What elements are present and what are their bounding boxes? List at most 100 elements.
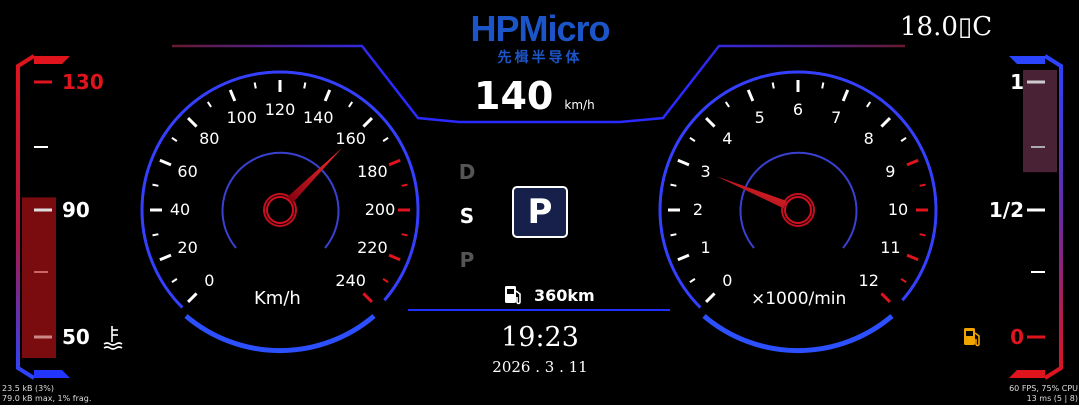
- speedometer-tick-label: 0: [204, 270, 215, 290]
- speedometer-tick-label: 80: [199, 129, 220, 149]
- fuel-label-full: 1: [1010, 70, 1024, 94]
- speedometer-tick: [362, 117, 373, 128]
- clock-date: 2026 . 3 . 11: [492, 358, 588, 376]
- speedometer-minor-tick: [171, 278, 178, 284]
- tachometer-minor-tick: [900, 136, 907, 142]
- perf-stats: 60 FPS, 75% CPU 13 ms (5 | 8): [1009, 384, 1078, 404]
- tachometer-tick: [746, 89, 755, 102]
- speedometer-unit: Km/h: [254, 288, 301, 309]
- dashboard: HPMicro 先楫半导体 18.0▯C 140 km/h 0 20 40 60 80 1…: [0, 0, 1079, 405]
- speedometer-minor-tick: [303, 82, 307, 89]
- tachometer-tick-label: 4: [722, 129, 733, 149]
- tachometer-tick-label: 3: [700, 161, 711, 181]
- fuel-icon: [964, 328, 980, 347]
- speedometer-tick-label: 40: [169, 200, 191, 219]
- range-value: 360km: [534, 286, 595, 305]
- speedometer-tick-label: 220: [357, 238, 388, 258]
- coolant-level-fill: [22, 197, 56, 358]
- range-fuel-icon: [505, 286, 521, 305]
- speedometer-minor-tick: [348, 101, 354, 108]
- speedometer-tick-label: 200: [364, 200, 396, 219]
- speedometer-minor-tick: [206, 101, 212, 108]
- speedometer-tick-label: 240: [335, 270, 366, 290]
- speedometer-tick-label: 60: [177, 161, 198, 181]
- clock-time: 19:23: [501, 322, 579, 353]
- tachometer-tick-label: 9: [885, 161, 896, 181]
- gear-s: S: [459, 204, 475, 228]
- speedometer-minor-tick: [152, 183, 159, 187]
- perf-stats-line2: 13 ms (5 | 8): [1026, 394, 1078, 403]
- brand-logo: HPMicro 先楫半导体: [440, 8, 640, 66]
- speedometer-tick: [323, 89, 332, 102]
- speedometer-tick-label: 140: [302, 107, 334, 127]
- gear-d: D: [458, 160, 476, 184]
- tachometer-tick: [705, 117, 716, 128]
- active-gear: P: [527, 192, 553, 232]
- temperature-unit: C: [972, 12, 993, 42]
- tachometer-tick-label: 0: [722, 270, 733, 290]
- speedometer-tick-label: 180: [357, 161, 388, 181]
- tachometer-tick: [880, 117, 891, 128]
- speedometer-tick-label: 20: [177, 238, 198, 258]
- tachometer-minor-tick: [821, 82, 825, 89]
- temperature-degree-glyph: ▯: [957, 12, 973, 42]
- tachometer-minor-tick: [724, 101, 730, 108]
- speedometer-minor-tick: [401, 233, 408, 237]
- tachometer-minor-tick: [689, 136, 696, 142]
- tachometer-minor-tick: [919, 183, 926, 187]
- speedometer-minor-tick: [171, 136, 178, 142]
- speedometer: [140, 70, 420, 354]
- speedometer-minor-tick: [253, 82, 257, 89]
- speedometer-tick: [362, 292, 373, 303]
- speedometer-tick: [187, 292, 198, 303]
- speedometer-tick-label: 160: [335, 129, 366, 149]
- speedometer-minor-tick: [382, 136, 389, 142]
- gear-list: D S P: [457, 150, 477, 282]
- tachometer-minor-tick: [670, 233, 677, 237]
- tachometer-tick: [705, 292, 716, 303]
- speedometer-minor-tick: [382, 278, 389, 284]
- perf-stats-line1: 60 FPS, 75% CPU: [1009, 384, 1078, 393]
- speedometer-minor-tick: [152, 233, 159, 237]
- memory-stats-line1: 23.5 kB (3%): [2, 384, 54, 393]
- memory-stats-line2: 79.0 kB max, 1% frag.: [2, 394, 92, 403]
- brand-logo-text: HPMicro: [470, 8, 610, 49]
- speedometer-tick: [228, 89, 237, 102]
- fuel-label-empty: 0: [1010, 325, 1024, 349]
- speed-value: 140: [474, 74, 554, 118]
- tachometer-tick: [841, 89, 850, 102]
- digital-speed: 140 km/h: [474, 74, 595, 118]
- tachometer-needle: [716, 176, 787, 209]
- speedometer-needle: [287, 147, 343, 203]
- coolant-label-low: 50: [62, 325, 90, 349]
- tachometer-minor-tick: [689, 278, 696, 284]
- tachometer-minor-tick: [771, 82, 775, 89]
- coolant-label-high: 130: [62, 70, 104, 94]
- tachometer-tick-label: 8: [863, 129, 874, 149]
- speedometer-hub: [266, 196, 294, 224]
- tachometer-hub: [784, 196, 812, 224]
- speed-unit: km/h: [564, 98, 595, 112]
- fuel-label-half: 1/2: [988, 198, 1024, 222]
- tachometer-tick-label: 7: [831, 107, 842, 127]
- tachometer: [658, 70, 938, 354]
- tachometer-minor-tick: [670, 183, 677, 187]
- tachometer-tick: [880, 292, 891, 303]
- temperature-value: 18.0: [900, 12, 958, 42]
- tachometer-tick-label: 1: [700, 238, 711, 258]
- tachometer-tick-label: 11: [880, 238, 901, 258]
- coolant-icon: [103, 326, 123, 350]
- tachometer-tick-label: 12: [858, 270, 879, 290]
- tachometer-unit: ×1000/min: [751, 289, 847, 309]
- memory-stats: 23.5 kB (3%) 79.0 kB max, 1% frag.: [2, 384, 91, 404]
- tachometer-tick-label: 10: [887, 200, 909, 219]
- tachometer-minor-tick: [919, 233, 926, 237]
- fuel-level-fill: [1023, 70, 1057, 173]
- tachometer-tick-label: 2: [692, 200, 704, 219]
- speedometer-tick: [187, 117, 198, 128]
- speedometer-minor-tick: [401, 183, 408, 187]
- coolant-label-mid: 90: [62, 198, 90, 222]
- tachometer-minor-tick: [900, 278, 907, 284]
- gear-p: P: [459, 248, 475, 272]
- brand-logo-cn: 先楫半导体: [497, 50, 583, 66]
